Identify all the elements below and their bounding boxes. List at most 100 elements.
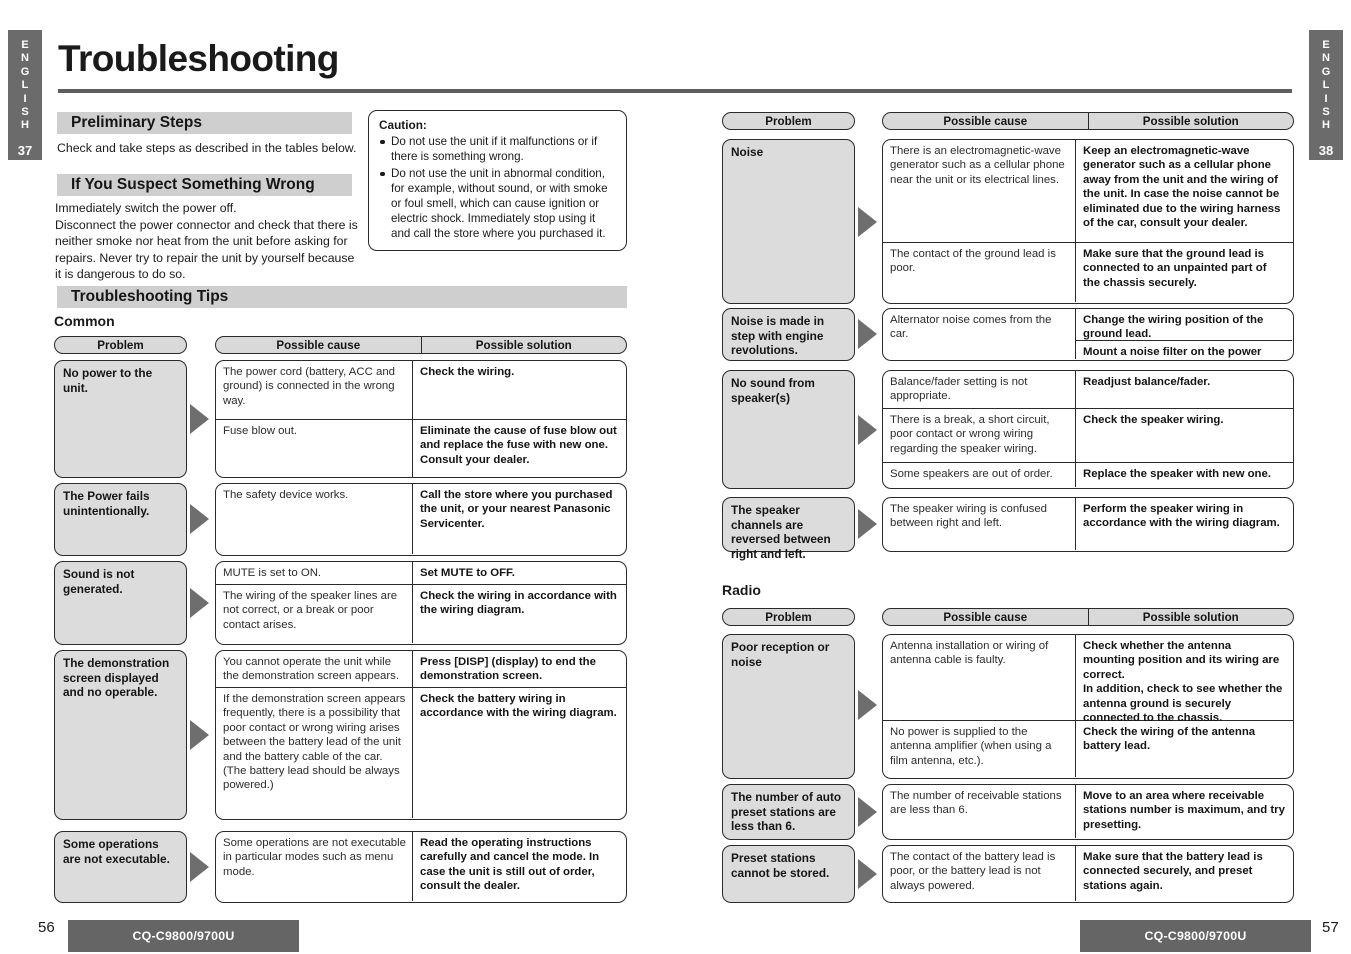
solution-cell: Change the wiring position of the ground… [1076, 309, 1292, 359]
table-row: Balance/fader setting is not appropriate… [883, 371, 1293, 409]
cause-solution-group: The contact of the battery lead is poor,… [882, 845, 1294, 903]
arrow-icon [190, 720, 209, 750]
caution-item: Do not use the unit if it malfunctions o… [379, 134, 617, 164]
column-header-problem: Problem [722, 112, 855, 130]
table-row: Alternator noise comes from the car. Cha… [883, 309, 1293, 359]
cause-cell: There is an electromagnetic-wave generat… [883, 140, 1076, 242]
column-header-possible-solution: Possible solution [475, 338, 572, 352]
solution-cell: Keep an electromagnetic-wave generator s… [1083, 145, 1281, 230]
solution-cell: Read the operating instructions carefull… [420, 837, 600, 893]
table-row: The power cord (battery, ACC and ground)… [216, 361, 626, 420]
arrow-icon [858, 690, 877, 720]
column-header-possible-cause: Possible cause [216, 337, 422, 353]
solution-cell: Make sure that the ground lead is connec… [1083, 248, 1267, 289]
problem-cell: Noise is made in step with engine revolu… [722, 308, 855, 361]
tab-letter: G [1321, 65, 1331, 78]
table-row: Antenna installation or wiring of antenn… [883, 635, 1293, 724]
column-header-possible-cause: Possible cause [883, 113, 1089, 129]
arrow-icon [190, 504, 209, 534]
tab-letter: I [23, 92, 27, 105]
solution-cell: Replace the speaker with new one. [1083, 468, 1272, 480]
table-row: You cannot operate the unit while the de… [216, 651, 626, 688]
solution-cell: Check the wiring in accordance with the … [420, 590, 617, 617]
tab-letter: H [1322, 119, 1330, 132]
cause-solution-group: Some operations are not executable in pa… [215, 831, 627, 903]
cause-cell: You cannot operate the unit while the de… [216, 651, 413, 687]
cause-cell: The wiring of the speaker lines are not … [216, 585, 413, 643]
table-row: Some operations are not executable in pa… [216, 832, 626, 901]
solution-cell: Check the wiring of the antenna battery … [1083, 726, 1256, 753]
tab-letter: N [1322, 52, 1330, 65]
arrow-icon [858, 509, 877, 539]
caution-list: Do not use the unit if it malfunctions o… [379, 134, 617, 241]
solution-cell: Make sure that the battery lead is conne… [1083, 851, 1263, 892]
cause-solution-group: There is an electromagnetic-wave generat… [882, 139, 1294, 304]
solution-cell: Move to an area where receivable station… [1083, 790, 1285, 831]
table-row: If the demonstration screen appears freq… [216, 688, 626, 818]
column-header-possible-cause: Possible cause [883, 609, 1089, 625]
column-header-possible-solution: Possible solution [1142, 610, 1239, 624]
english-tab-left: E N G L I S H 37 [8, 30, 42, 160]
cause-solution-group: You cannot operate the unit while the de… [215, 650, 627, 820]
solution-cell: Eliminate the cause of fuse blow out and… [420, 425, 617, 466]
table-row: The contact of the ground lead is poor. … [883, 243, 1293, 302]
table-row: The number of receivable stations are le… [883, 785, 1293, 838]
table-row: The speaker wiring is confused between r… [883, 498, 1293, 550]
problem-cell: The number of auto preset stations are l… [722, 784, 855, 840]
cause-solution-group: The power cord (battery, ACC and ground)… [215, 360, 627, 478]
footer-page-number-left: 56 [38, 919, 55, 936]
arrow-icon [858, 319, 877, 349]
tab-page-number: 38 [1318, 142, 1334, 158]
cause-cell: Balance/fader setting is not appropriate… [883, 371, 1076, 408]
table-row: The wiring of the speaker lines are not … [216, 585, 626, 643]
problem-cell: Sound is not generated. [54, 561, 187, 645]
problem-cell: Some operations are not executable. [54, 831, 187, 903]
cause-solution-group: Antenna installation or wiring of antenn… [882, 634, 1294, 779]
cause-cell: The contact of the battery lead is poor,… [883, 846, 1076, 901]
tab-page-number: 37 [17, 142, 33, 158]
cause-solution-group: Alternator noise comes from the car. Cha… [882, 308, 1294, 361]
arrow-icon [858, 859, 877, 889]
solution-line: Mount a noise filter on the power supply… [1076, 340, 1292, 359]
cause-cell: Some speakers are out of order. [883, 463, 1076, 487]
problem-cell: The Power fails unintentionally. [54, 483, 187, 556]
table-row: Fuse blow out. Eliminate the cause of fu… [216, 420, 626, 477]
tab-letter: E [1322, 39, 1330, 51]
solution-cell: Check the speaker wiring. [1083, 414, 1224, 426]
cause-cell: The number of receivable stations are le… [883, 785, 1076, 838]
problem-cell: Noise [722, 139, 855, 304]
cause-solution-group: MUTE is set to ON. Set MUTE to OFF. The … [215, 561, 627, 645]
cause-cell: The safety device works. [216, 484, 413, 554]
cause-solution-group: The safety device works. Call the store … [215, 483, 627, 556]
table-row: MUTE is set to ON. Set MUTE to OFF. [216, 562, 626, 585]
column-header-group: Possible cause Possible solution [882, 608, 1294, 626]
column-header-group: Possible cause Possible solution [215, 336, 627, 354]
arrow-icon [190, 588, 209, 618]
cause-cell: The power cord (battery, ACC and ground)… [216, 361, 413, 419]
footer-page-number-right: 57 [1322, 919, 1339, 936]
table-row: The safety device works. Call the store … [216, 484, 626, 554]
table-row: There is an electromagnetic-wave generat… [883, 140, 1293, 243]
arrow-icon [190, 852, 209, 882]
caution-box: Caution: Do not use the unit if it malfu… [368, 110, 627, 251]
arrow-icon [858, 797, 877, 827]
suspect-text: Immediately switch the power off. Discon… [55, 201, 358, 282]
cause-cell: Fuse blow out. [216, 420, 413, 477]
problem-cell: No sound from speaker(s) [722, 370, 855, 489]
tab-letter: S [1322, 106, 1330, 119]
section-label-radio: Radio [722, 582, 761, 598]
problem-cell: The demonstration screen displayed and n… [54, 650, 187, 820]
column-header-problem: Problem [54, 336, 187, 354]
solution-line: Change the wiring position of the ground… [1083, 314, 1264, 341]
column-header-group: Possible cause Possible solution [882, 112, 1294, 130]
english-tab-right: E N G L I S H 38 [1309, 30, 1343, 160]
tab-letter: E [21, 39, 29, 51]
cause-cell: If the demonstration screen appears freq… [216, 688, 413, 818]
cause-solution-group: The number of receivable stations are le… [882, 784, 1294, 840]
page-title: Troubleshooting [58, 38, 339, 79]
tab-letter: S [21, 106, 29, 119]
cause-solution-group: The speaker wiring is confused between r… [882, 497, 1294, 552]
table-row: Some speakers are out of order. Replace … [883, 463, 1293, 487]
solution-cell: Press [DISP] (display) to end the demons… [420, 656, 596, 683]
caution-item: Do not use the unit in abnormal conditio… [379, 166, 617, 241]
